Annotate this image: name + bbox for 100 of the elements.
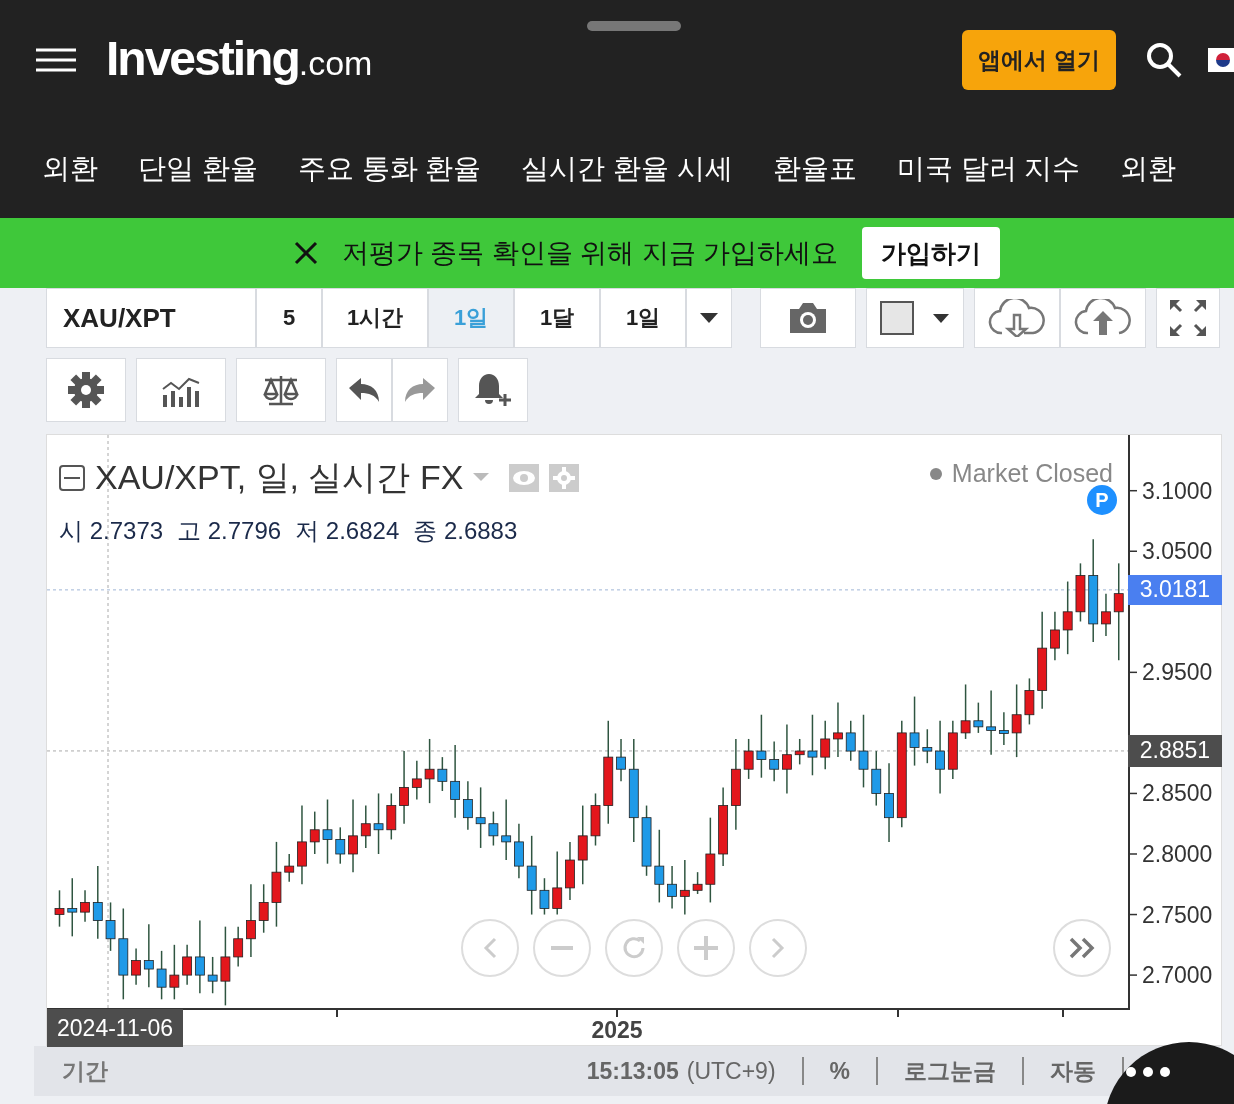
square-caret-icon bbox=[879, 300, 951, 336]
candlestick bbox=[756, 713, 767, 779]
candlestick bbox=[909, 695, 920, 767]
candlestick bbox=[169, 944, 180, 1001]
nav-link[interactable]: 외환 bbox=[1120, 150, 1177, 188]
logo[interactable]: Investing.com bbox=[106, 30, 373, 86]
price-axis-label: 3.1000 bbox=[1142, 476, 1213, 506]
color-picker-button[interactable] bbox=[866, 288, 964, 348]
status-dot-icon bbox=[929, 467, 942, 480]
candlestick bbox=[1113, 562, 1124, 661]
collapse-icon[interactable] bbox=[59, 465, 85, 491]
refresh-icon bbox=[621, 935, 647, 961]
time-axis-label: 2025 bbox=[590, 1017, 644, 1044]
candlestick bbox=[692, 871, 703, 895]
candlestick bbox=[845, 720, 856, 762]
undo-button[interactable] bbox=[336, 358, 392, 422]
redo-icon bbox=[405, 378, 435, 402]
price-axis-label: 2.8000 bbox=[1142, 840, 1213, 869]
nav-link[interactable]: 단일 환율 bbox=[138, 150, 258, 188]
chevron-right-icon bbox=[771, 937, 785, 959]
candlestick bbox=[998, 711, 1009, 746]
symbol-field[interactable]: XAU/XPT bbox=[46, 288, 256, 348]
candlestick bbox=[1062, 580, 1073, 655]
scale-option[interactable]: 자동 bbox=[1050, 1055, 1096, 1087]
candlestick bbox=[986, 689, 997, 756]
price-axis-label: 3.0500 bbox=[1142, 537, 1213, 567]
minus-icon bbox=[551, 946, 573, 950]
ohlc-value: 저 2.6824 bbox=[295, 516, 400, 546]
candlestick bbox=[462, 780, 473, 831]
drag-handle[interactable] bbox=[587, 21, 681, 31]
candlestick bbox=[411, 760, 422, 801]
candlestick bbox=[679, 859, 690, 916]
market-status: Market Closed bbox=[951, 459, 1113, 488]
price-axis-label: 2.8500 bbox=[1142, 779, 1213, 809]
add-alert-button[interactable] bbox=[458, 358, 528, 422]
candlestick bbox=[743, 738, 754, 780]
interval-tab[interactable]: 5 bbox=[256, 288, 322, 348]
cloud-upload-button[interactable] bbox=[1060, 288, 1146, 348]
candlestick bbox=[475, 786, 486, 849]
fullscreen-icon bbox=[1168, 298, 1208, 338]
candlestick bbox=[424, 738, 435, 804]
candlestick bbox=[182, 944, 193, 986]
candlestick bbox=[450, 744, 461, 819]
crosshair-date-label: 2024-11-06 bbox=[47, 1009, 183, 1047]
candlestick bbox=[207, 956, 218, 995]
candlestick bbox=[284, 853, 295, 883]
candlestick bbox=[335, 826, 346, 865]
flag-icon[interactable] bbox=[1208, 48, 1234, 72]
candlestick bbox=[782, 723, 792, 795]
candlestick bbox=[437, 756, 448, 792]
scroll-to-latest-button[interactable] bbox=[1053, 919, 1111, 977]
settings-icon bbox=[67, 371, 105, 409]
candlestick bbox=[794, 738, 805, 766]
candlestick bbox=[1050, 611, 1060, 661]
open-app-button[interactable]: 앱에서 열기 bbox=[962, 30, 1116, 90]
double-chevron-icon bbox=[1069, 937, 1095, 959]
candlestick bbox=[233, 925, 244, 968]
timezone-label[interactable]: (UTC+9) bbox=[686, 1057, 776, 1085]
candlestick bbox=[616, 738, 626, 783]
scale-option[interactable]: 로그눈금 bbox=[904, 1055, 996, 1087]
nav-link[interactable]: 주요 통화 환율 bbox=[297, 150, 482, 188]
nav-link[interactable]: 미국 달러 지수 bbox=[896, 150, 1081, 188]
plus-icon bbox=[694, 936, 718, 960]
close-icon[interactable] bbox=[293, 241, 318, 265]
candlestick bbox=[80, 889, 90, 923]
ohlc-value: 시 2.7373 bbox=[59, 516, 164, 546]
candlestick bbox=[769, 740, 780, 783]
price-axis-label: 2.9500 bbox=[1142, 658, 1213, 688]
search-icon[interactable] bbox=[1146, 42, 1182, 78]
banner-message: 저평가 종목 확인을 위해 지금 가입하세요 bbox=[341, 237, 839, 270]
period-label[interactable]: 기간 bbox=[62, 1055, 108, 1087]
nav-link[interactable]: 외환 bbox=[42, 150, 98, 188]
candlestick bbox=[858, 713, 869, 789]
candlestick bbox=[67, 877, 78, 938]
candlestick bbox=[960, 683, 971, 740]
camera-button[interactable] bbox=[760, 288, 856, 348]
indicators-button[interactable] bbox=[136, 358, 226, 422]
interval-tab[interactable]: 1시간 bbox=[322, 288, 428, 348]
candlestick bbox=[131, 947, 141, 986]
interval-tab[interactable]: 1일 bbox=[600, 288, 686, 348]
scale-option[interactable]: % bbox=[829, 1057, 850, 1085]
candlestick bbox=[54, 889, 65, 928]
dropdown-button[interactable] bbox=[686, 288, 732, 348]
menu-icon[interactable] bbox=[36, 48, 76, 72]
compare-button[interactable] bbox=[236, 358, 326, 422]
candlestick bbox=[539, 877, 550, 916]
candlestick bbox=[667, 865, 677, 910]
signup-button[interactable]: 가입하기 bbox=[862, 227, 1001, 279]
price-axis-label: 2.7500 bbox=[1142, 900, 1213, 930]
cloud-download-button[interactable] bbox=[974, 288, 1060, 348]
interval-tab[interactable]: 1달 bbox=[514, 288, 600, 348]
nav-link[interactable]: 환율표 bbox=[772, 150, 857, 188]
caret-icon bbox=[700, 313, 718, 323]
nav-link[interactable]: 실시간 환율 시세 bbox=[521, 150, 733, 188]
candlestick bbox=[348, 798, 358, 873]
fullscreen-button[interactable] bbox=[1156, 288, 1220, 348]
candlestick bbox=[1101, 592, 1111, 637]
settings-button[interactable] bbox=[46, 358, 126, 422]
candlestick bbox=[922, 728, 933, 764]
candlestick bbox=[973, 701, 984, 734]
